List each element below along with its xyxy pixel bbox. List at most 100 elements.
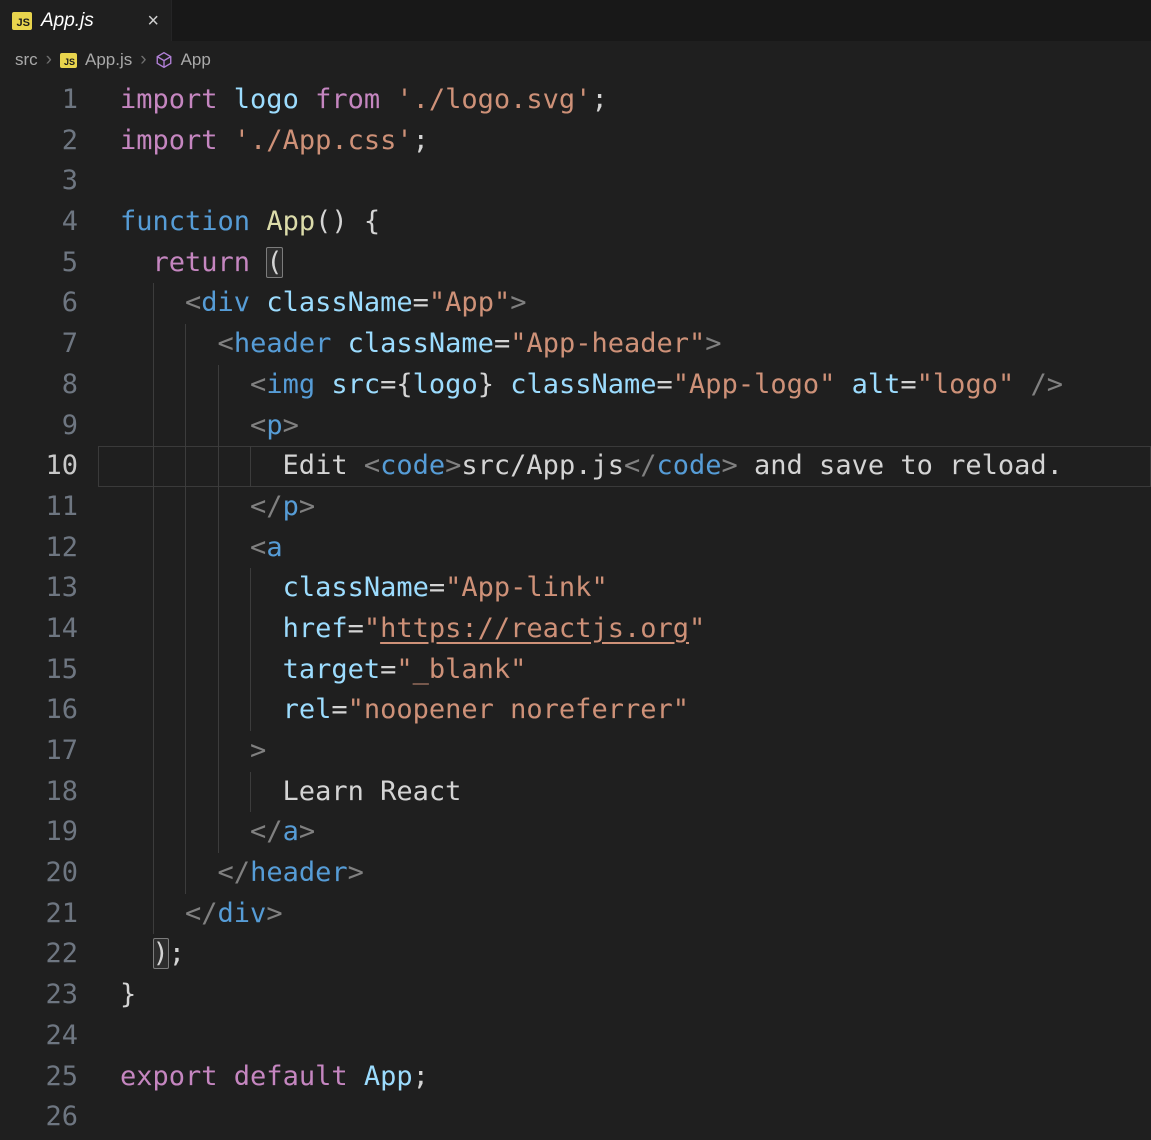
code-line[interactable]: 11 </p>: [0, 486, 1151, 528]
line-number[interactable]: 7: [0, 324, 78, 365]
code-line[interactable]: 24: [0, 1016, 1151, 1057]
line-number[interactable]: 11: [0, 487, 78, 528]
url-link[interactable]: https://reactjs.org: [380, 613, 689, 644]
code-line[interactable]: 16 rel="noopener noreferrer": [0, 690, 1151, 731]
code-line-text[interactable]: [98, 1097, 1151, 1138]
line-number[interactable]: 4: [0, 202, 78, 243]
code-line-text[interactable]: <div className="App">: [98, 283, 1151, 325]
code-line[interactable]: 26: [0, 1097, 1151, 1138]
close-tab-icon[interactable]: ×: [147, 11, 159, 31]
code-line[interactable]: 3: [0, 161, 1151, 202]
breadcrumb-appjs[interactable]: App.js: [85, 50, 132, 70]
line-number[interactable]: 16: [0, 690, 78, 731]
line-number[interactable]: 9: [0, 406, 78, 447]
line-number[interactable]: 15: [0, 650, 78, 691]
line-number[interactable]: 1: [0, 80, 78, 121]
line-number[interactable]: 22: [0, 934, 78, 975]
code-line[interactable]: 9 <p>: [0, 405, 1151, 447]
code-line-text[interactable]: <img src={logo} className="App-logo" alt…: [98, 364, 1151, 406]
code-line[interactable]: 2 import './App.css';: [0, 121, 1151, 162]
code-line-text[interactable]: import './App.css';: [98, 121, 1151, 162]
code-line-text[interactable]: export default App;: [98, 1057, 1151, 1098]
line-number[interactable]: 14: [0, 609, 78, 650]
code-line[interactable]: 18 Learn React: [0, 771, 1151, 813]
code-line[interactable]: 5 return (: [0, 243, 1151, 284]
indent-guide: [152, 364, 154, 406]
indent-guide: [152, 893, 154, 935]
code-line[interactable]: 10 Edit <code>src/App.js</code> and save…: [0, 446, 1151, 487]
line-number[interactable]: 8: [0, 365, 78, 406]
indent-guide: [152, 283, 154, 325]
line-number[interactable]: 26: [0, 1097, 78, 1138]
bracket-match: ): [152, 938, 169, 970]
indent-guide: [217, 690, 219, 731]
code-line[interactable]: 4 function App() {: [0, 202, 1151, 243]
indent-guide: [185, 771, 187, 813]
line-number[interactable]: 25: [0, 1057, 78, 1098]
code-line[interactable]: 15 target="_blank": [0, 649, 1151, 691]
code-line-text[interactable]: import logo from './logo.svg';: [98, 80, 1151, 121]
code-line[interactable]: 19 </a>: [0, 812, 1151, 854]
code-line[interactable]: 17 >: [0, 731, 1151, 772]
code-line[interactable]: 25 export default App;: [0, 1057, 1151, 1098]
indent-guide: [185, 405, 187, 447]
breadcrumb-app[interactable]: App: [181, 50, 211, 70]
indent-guide: [217, 568, 219, 609]
symbol-function-icon: [156, 51, 172, 69]
code-line[interactable]: 22 );: [0, 934, 1151, 975]
line-number[interactable]: 20: [0, 853, 78, 894]
code-line-text[interactable]: <a: [98, 527, 1151, 569]
line-number[interactable]: 21: [0, 894, 78, 935]
line-number[interactable]: 24: [0, 1016, 78, 1057]
code-line-text[interactable]: <header className="App-header">: [98, 324, 1151, 365]
code-line[interactable]: 8 <img src={logo} className="App-logo" a…: [0, 364, 1151, 406]
code-line-text[interactable]: target="_blank": [98, 649, 1151, 691]
line-number[interactable]: 3: [0, 161, 78, 202]
line-number[interactable]: 18: [0, 772, 78, 813]
tab-appjs[interactable]: JS App.js ×: [0, 0, 172, 41]
line-number[interactable]: 19: [0, 812, 78, 853]
code-line-text[interactable]: </div>: [98, 893, 1151, 935]
indent-guide: [185, 527, 187, 569]
code-line-text[interactable]: >: [98, 731, 1151, 772]
code-line-text[interactable]: [98, 1016, 1151, 1057]
line-number[interactable]: 13: [0, 568, 78, 609]
line-number[interactable]: 5: [0, 243, 78, 284]
line-number[interactable]: 2: [0, 121, 78, 162]
code-line-text[interactable]: return (: [98, 243, 1151, 284]
code-area[interactable]: 1 import logo from './logo.svg'; 2 import '…: [0, 79, 1151, 1138]
line-number[interactable]: 17: [0, 731, 78, 772]
indent-guide: [152, 690, 154, 731]
indent-guide: [152, 527, 154, 569]
code-line-text[interactable]: [98, 161, 1151, 202]
code-line-text[interactable]: }: [98, 975, 1151, 1016]
breadcrumb-src[interactable]: src: [15, 50, 38, 70]
chevron-right-icon: ›: [140, 49, 147, 70]
code-line-text[interactable]: rel="noopener noreferrer": [98, 690, 1151, 731]
line-number[interactable]: 23: [0, 975, 78, 1016]
code-line[interactable]: 23}: [0, 975, 1151, 1016]
indent-guide: [152, 446, 154, 487]
line-number[interactable]: 10: [0, 446, 78, 487]
code-line-text[interactable]: </header>: [98, 853, 1151, 894]
code-line-text[interactable]: className="App-link": [98, 568, 1151, 609]
code-line-text[interactable]: function App() {: [98, 202, 1151, 243]
code-line-text[interactable]: Learn React: [98, 771, 1151, 813]
code-line-text[interactable]: </a>: [98, 812, 1151, 854]
line-number[interactable]: 6: [0, 283, 78, 324]
code-line-text[interactable]: href="https://reactjs.org": [98, 608, 1151, 650]
code-line-text[interactable]: );: [98, 934, 1151, 975]
code-line[interactable]: 14 href="https://reactjs.org": [0, 608, 1151, 650]
code-line[interactable]: 1 import logo from './logo.svg';: [0, 80, 1151, 121]
line-number[interactable]: 12: [0, 528, 78, 569]
code-line[interactable]: 20 </header>: [0, 853, 1151, 894]
code-line[interactable]: 13 className="App-link": [0, 568, 1151, 609]
code-line[interactable]: 6 <div className="App">: [0, 283, 1151, 325]
code-line[interactable]: 12 <a: [0, 527, 1151, 569]
code-line-text[interactable]: <p>: [98, 405, 1151, 447]
code-line-text[interactable]: </p>: [98, 486, 1151, 528]
code-line[interactable]: 7 <header className="App-header">: [0, 324, 1151, 365]
indent-guide: [217, 731, 219, 772]
code-line[interactable]: 21 </div>: [0, 893, 1151, 935]
code-line-text[interactable]: Edit <code>src/App.js</code> and save to…: [98, 446, 1151, 487]
